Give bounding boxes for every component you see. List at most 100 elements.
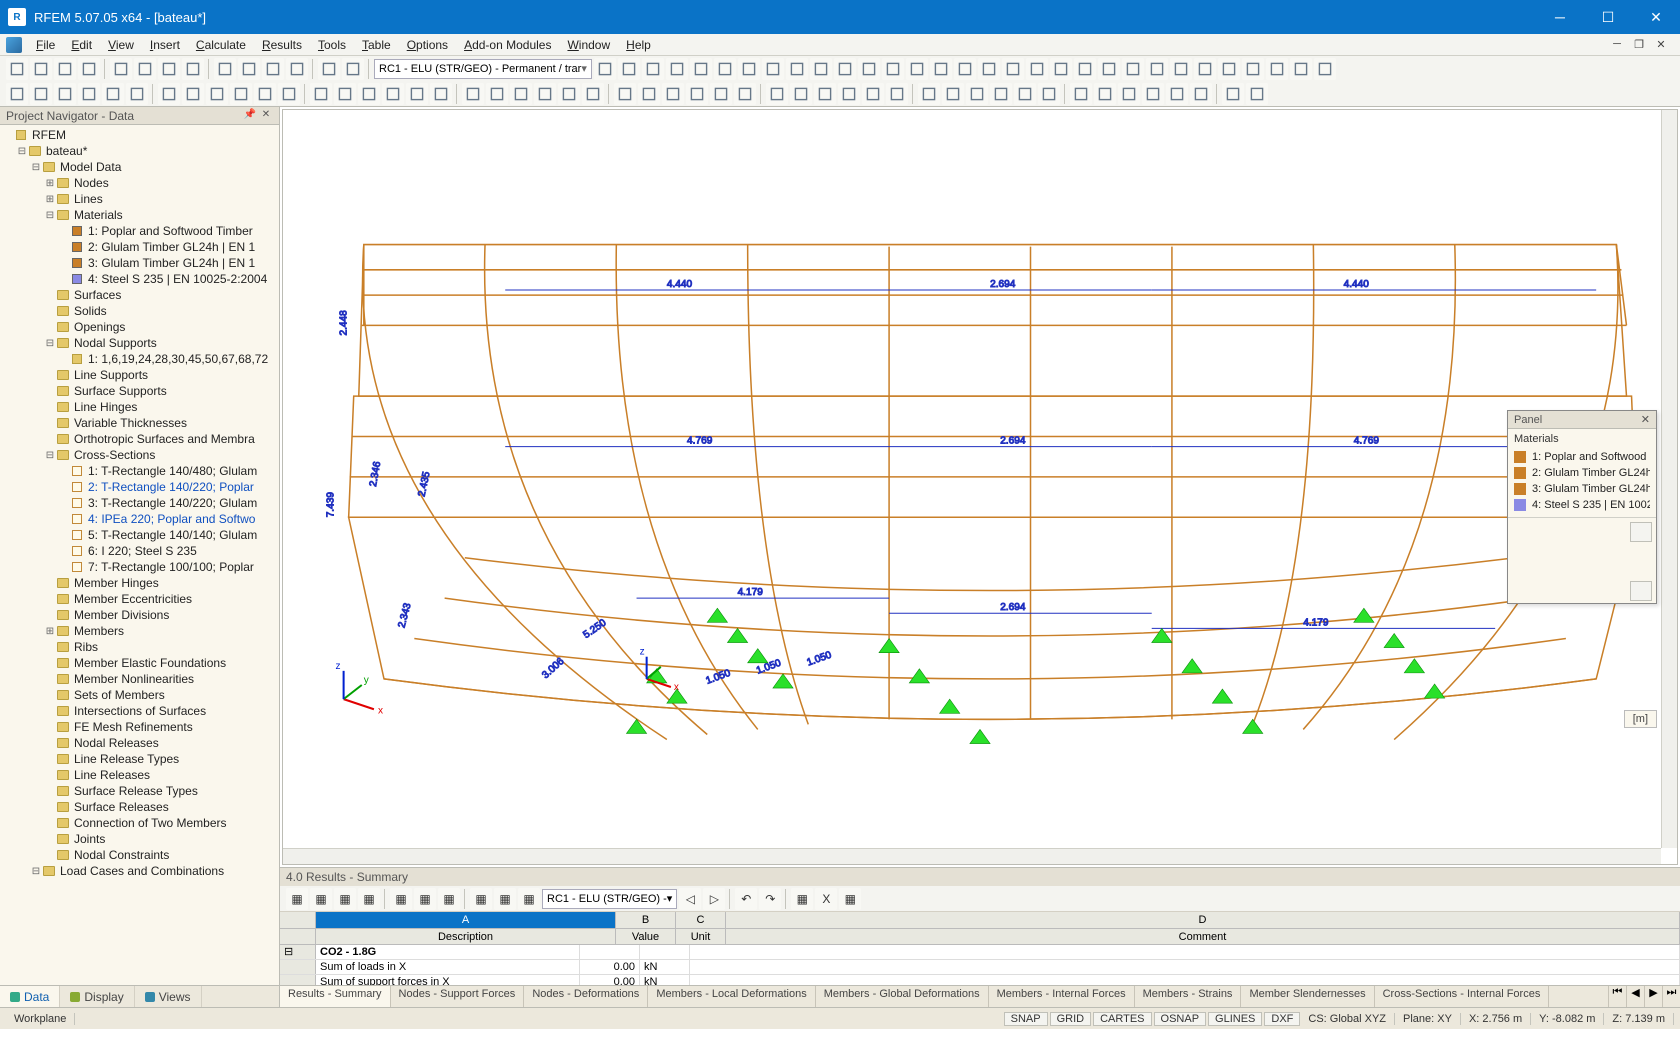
- toolbar-button[interactable]: [158, 58, 180, 80]
- tree-item[interactable]: ⊟Cross-Sections: [0, 447, 279, 463]
- minimize-button[interactable]: ─: [1536, 0, 1584, 34]
- material-row[interactable]: 2: Glulam Timber GL24h: [1514, 465, 1650, 481]
- toolbar-button[interactable]: [594, 58, 616, 80]
- material-row[interactable]: 3: Glulam Timber GL24h: [1514, 481, 1650, 497]
- tree-item[interactable]: Surface Supports: [0, 383, 279, 399]
- materials-panel-close-icon[interactable]: ✕: [1641, 413, 1650, 426]
- tree-item[interactable]: Member Nonlinearities: [0, 671, 279, 687]
- toolbar-button[interactable]: [206, 83, 228, 105]
- toolbar-button[interactable]: [318, 58, 340, 80]
- menu-view[interactable]: View: [100, 36, 142, 54]
- results-tool-button[interactable]: ▦: [310, 888, 332, 910]
- results-tab[interactable]: Members - Internal Forces: [989, 986, 1135, 1007]
- toolbar-button[interactable]: [254, 83, 276, 105]
- col-C[interactable]: C: [676, 912, 726, 928]
- toolbar-button[interactable]: [1246, 83, 1268, 105]
- tree-item[interactable]: Variable Thicknesses: [0, 415, 279, 431]
- tree-item[interactable]: ⊟Model Data: [0, 159, 279, 175]
- tree-item[interactable]: Member Elastic Foundations: [0, 655, 279, 671]
- tree-item[interactable]: Member Eccentricities: [0, 591, 279, 607]
- col-A[interactable]: A: [316, 912, 616, 928]
- menu-insert[interactable]: Insert: [142, 36, 188, 54]
- toolbar-button[interactable]: [1242, 58, 1264, 80]
- toolbar-button[interactable]: [1050, 58, 1072, 80]
- toolbar-button[interactable]: [1222, 83, 1244, 105]
- toolbar-button[interactable]: [618, 58, 640, 80]
- toolbar-button[interactable]: [814, 83, 836, 105]
- expand-icon[interactable]: ⊟: [16, 146, 28, 157]
- tree-item[interactable]: Member Hinges: [0, 575, 279, 591]
- results-row[interactable]: ⊟CO2 - 1.8G: [280, 945, 1680, 960]
- results-tab[interactable]: Members - Global Deformations: [816, 986, 989, 1007]
- toolbar-button[interactable]: [110, 58, 132, 80]
- status-toggle-snap[interactable]: SNAP: [1004, 1012, 1048, 1026]
- results-nav-button[interactable]: ▦: [791, 888, 813, 910]
- toolbar-button[interactable]: [930, 58, 952, 80]
- status-toggle-dxf[interactable]: DXF: [1264, 1012, 1300, 1026]
- tree-item[interactable]: 1: Poplar and Softwood Timber: [0, 223, 279, 239]
- col-B[interactable]: B: [616, 912, 676, 928]
- results-tab[interactable]: Nodes - Deformations: [524, 986, 648, 1007]
- results-tab[interactable]: Member Slendernesses: [1241, 986, 1374, 1007]
- toolbar-button[interactable]: [734, 83, 756, 105]
- tree-item[interactable]: ⊟bateau*: [0, 143, 279, 159]
- menu-options[interactable]: Options: [399, 36, 456, 54]
- results-tool-button[interactable]: ▦: [438, 888, 460, 910]
- menu-table[interactable]: Table: [354, 36, 399, 54]
- toolbar-button[interactable]: [182, 83, 204, 105]
- nav-tab-views[interactable]: Views: [135, 986, 202, 1007]
- status-toggle-grid[interactable]: GRID: [1050, 1012, 1092, 1026]
- toolbar-button[interactable]: [666, 58, 688, 80]
- tree-item[interactable]: Sets of Members: [0, 687, 279, 703]
- expand-icon[interactable]: ⊞: [44, 626, 56, 637]
- tree-item[interactable]: Surfaces: [0, 287, 279, 303]
- toolbar-button[interactable]: [614, 83, 636, 105]
- tree-item[interactable]: Line Supports: [0, 367, 279, 383]
- results-tool-button[interactable]: ▦: [334, 888, 356, 910]
- toolbar-button[interactable]: [582, 83, 604, 105]
- toolbar-button[interactable]: [942, 83, 964, 105]
- toolbar-button[interactable]: [278, 83, 300, 105]
- toolbar-button[interactable]: [1218, 58, 1240, 80]
- results-tool-button[interactable]: ▦: [358, 888, 380, 910]
- tree-item[interactable]: 3: Glulam Timber GL24h | EN 1: [0, 255, 279, 271]
- toolbar-button[interactable]: [810, 58, 832, 80]
- tree-item[interactable]: FE Mesh Refinements: [0, 719, 279, 735]
- toolbar-button[interactable]: [30, 58, 52, 80]
- tab-scroll-button[interactable]: ⏭: [1662, 986, 1680, 1007]
- toolbar-button[interactable]: [886, 83, 908, 105]
- toolbar-button[interactable]: [558, 83, 580, 105]
- toolbar-button[interactable]: [714, 58, 736, 80]
- expand-icon[interactable]: ⊟: [44, 338, 56, 349]
- menu-results[interactable]: Results: [254, 36, 310, 54]
- menu-window[interactable]: Window: [559, 36, 618, 54]
- expand-icon[interactable]: ⊞: [44, 194, 56, 205]
- results-grid[interactable]: A B C D Description Value Unit Comment ⊟…: [280, 912, 1680, 985]
- tree-item[interactable]: Line Hinges: [0, 399, 279, 415]
- toolbar-button[interactable]: [766, 83, 788, 105]
- toolbar-button[interactable]: [1146, 58, 1168, 80]
- status-toggle-cartes[interactable]: CARTES: [1093, 1012, 1151, 1026]
- results-tab[interactable]: Nodes - Support Forces: [391, 986, 525, 1007]
- results-tool-button[interactable]: ▦: [390, 888, 412, 910]
- tree-item[interactable]: ⊟Load Cases and Combinations: [0, 863, 279, 879]
- tree-item[interactable]: Surface Releases: [0, 799, 279, 815]
- toolbar-button[interactable]: [662, 83, 684, 105]
- doc-close-button[interactable]: ✕: [1652, 38, 1670, 52]
- tree-item[interactable]: Connection of Two Members: [0, 815, 279, 831]
- doc-restore-button[interactable]: ❐: [1630, 38, 1648, 52]
- toolbar-button[interactable]: [230, 83, 252, 105]
- tree-item[interactable]: Line Releases: [0, 767, 279, 783]
- toolbar-button[interactable]: [286, 58, 308, 80]
- tree-item[interactable]: 2: Glulam Timber GL24h | EN 1: [0, 239, 279, 255]
- status-toggle-glines[interactable]: GLINES: [1208, 1012, 1262, 1026]
- toolbar-button[interactable]: [1314, 58, 1336, 80]
- toolbar-button[interactable]: [1142, 83, 1164, 105]
- toolbar-button[interactable]: [762, 58, 784, 80]
- tree-item[interactable]: 5: T-Rectangle 140/140; Glulam: [0, 527, 279, 543]
- nav-tab-data[interactable]: Data: [0, 986, 60, 1007]
- toolbar-button[interactable]: [954, 58, 976, 80]
- status-toggle-osnap[interactable]: OSNAP: [1154, 1012, 1207, 1026]
- toolbar-button[interactable]: [54, 58, 76, 80]
- tree-item[interactable]: ⊟Nodal Supports: [0, 335, 279, 351]
